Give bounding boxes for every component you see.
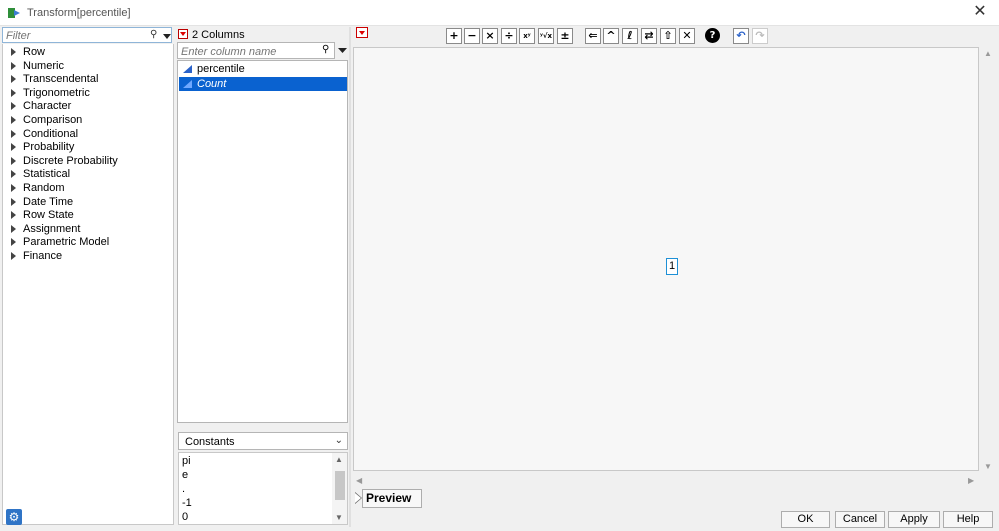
column-count-label: 2 Columns	[192, 29, 245, 41]
expand-arrow-icon[interactable]	[11, 156, 16, 165]
expand-arrow-icon[interactable]	[11, 238, 16, 247]
peel-icon[interactable]: ⇧	[660, 28, 676, 44]
column-search-chevron-icon[interactable]	[337, 42, 348, 59]
function-category-list: Row Numeric Transcendental Trigonometric…	[2, 44, 174, 525]
category-item-assignment[interactable]: Assignment	[3, 223, 173, 236]
scroll-right-icon[interactable]: ▶	[968, 476, 974, 485]
category-item-comparison[interactable]: Comparison	[3, 114, 173, 127]
scrollbar-thumb[interactable]	[335, 471, 345, 500]
category-item-row[interactable]: Row	[3, 46, 173, 59]
filter-options-chevron-icon[interactable]	[162, 31, 172, 41]
constant-item[interactable]: e	[182, 469, 188, 482]
column-item-count[interactable]: Count	[179, 77, 347, 91]
category-item-date-time[interactable]: Date Time	[3, 196, 173, 209]
expand-arrow-icon[interactable]	[11, 75, 16, 84]
expand-arrow-icon[interactable]	[11, 197, 16, 206]
power-icon[interactable]: xʸ	[519, 28, 535, 44]
title-bar: Transform[percentile] ✕	[0, 0, 999, 26]
expand-arrow-icon[interactable]	[11, 184, 16, 192]
help-button[interactable]: Help	[943, 511, 993, 528]
expand-arrow-icon[interactable]	[11, 143, 16, 152]
disclosure-arrow-fill-icon	[355, 493, 361, 503]
expand-arrow-icon[interactable]	[11, 48, 16, 56]
category-item-probability[interactable]: Probability	[3, 141, 173, 154]
column-item-percentile[interactable]: percentile	[179, 62, 347, 76]
app-icon	[8, 8, 20, 18]
add-icon[interactable]: +	[446, 28, 462, 44]
columns-menu-icon[interactable]	[178, 29, 188, 39]
undo-icon[interactable]: ↶	[733, 28, 749, 44]
scroll-up-icon[interactable]: ▲	[335, 455, 343, 464]
window-title: Transform[percentile]	[27, 7, 131, 19]
local-variable-icon[interactable]: ℓ	[622, 28, 638, 44]
column-search-field[interactable]: ⚲	[177, 42, 335, 59]
scroll-down-icon[interactable]: ▼	[335, 513, 343, 522]
chevron-down-icon: ⌄	[334, 435, 343, 446]
constants-list: pi e . -1 0 ▲ ▼	[178, 452, 348, 525]
category-item-numeric[interactable]: Numeric	[3, 60, 173, 73]
expand-arrow-icon[interactable]	[11, 224, 16, 233]
continuous-column-icon	[183, 80, 192, 88]
category-item-finance[interactable]: Finance	[3, 250, 173, 263]
category-item-character[interactable]: Character	[3, 100, 173, 113]
category-item-conditional[interactable]: Conditional	[3, 128, 173, 141]
panel-divider[interactable]	[349, 27, 351, 527]
raise-icon[interactable]: ^	[603, 28, 619, 44]
expand-arrow-icon[interactable]	[11, 211, 16, 220]
category-item-random[interactable]: Random	[3, 182, 173, 195]
scroll-up-icon[interactable]: ▲	[984, 49, 992, 58]
constants-dropdown[interactable]: Constants ⌄	[178, 432, 348, 450]
constant-item[interactable]: pi	[182, 455, 191, 468]
divide-icon[interactable]: ÷	[501, 28, 517, 44]
expand-arrow-icon[interactable]	[11, 102, 16, 111]
category-item-parametric-model[interactable]: Parametric Model	[3, 236, 173, 249]
search-icon[interactable]: ⚲	[150, 29, 157, 40]
filter-field[interactable]: ⚲	[2, 27, 172, 43]
swap-icon[interactable]: ⇄	[641, 28, 657, 44]
category-item-trigonometric[interactable]: Trigonometric	[3, 87, 173, 100]
constants-scrollbar[interactable]: ▲ ▼	[332, 453, 347, 524]
category-item-discrete-probability[interactable]: Discrete Probability	[3, 155, 173, 168]
delete-icon[interactable]: ✕	[679, 28, 695, 44]
expand-arrow-icon[interactable]	[11, 61, 16, 70]
constant-item[interactable]: -1	[182, 497, 192, 510]
close-icon[interactable]: ✕	[971, 3, 989, 21]
constant-item[interactable]: .	[182, 483, 185, 496]
ok-button[interactable]: OK	[781, 511, 830, 528]
category-item-row-state[interactable]: Row State	[3, 209, 173, 222]
expand-arrow-icon[interactable]	[11, 88, 16, 97]
scroll-left-icon[interactable]: ◀	[356, 476, 362, 485]
subtract-icon[interactable]: −	[464, 28, 480, 44]
expand-arrow-icon[interactable]	[11, 170, 16, 179]
preview-button[interactable]: Preview	[362, 489, 422, 508]
column-list: percentile Count	[177, 60, 348, 423]
redo-icon[interactable]: ↷	[752, 28, 768, 44]
cancel-button[interactable]: Cancel	[835, 511, 885, 528]
expand-arrow-icon[interactable]	[11, 252, 16, 260]
constant-item[interactable]: 0	[182, 511, 188, 524]
filter-input[interactable]	[6, 29, 146, 42]
help-icon[interactable]: ?	[705, 28, 720, 43]
category-item-transcendental[interactable]: Transcendental	[3, 73, 173, 86]
formula-value[interactable]: 1	[666, 258, 678, 275]
scroll-down-icon[interactable]: ▼	[984, 462, 992, 471]
constants-dropdown-value: Constants	[185, 436, 235, 448]
expand-arrow-icon[interactable]	[11, 129, 16, 138]
search-icon[interactable]: ⚲	[322, 44, 329, 55]
expand-arrow-icon[interactable]	[11, 116, 16, 124]
editor-menu-icon[interactable]	[356, 27, 368, 38]
settings-gear-icon[interactable]: ⚙	[6, 509, 22, 525]
plus-minus-icon[interactable]: ±	[557, 28, 573, 44]
multiply-icon[interactable]: ×	[482, 28, 498, 44]
category-item-statistical[interactable]: Statistical	[3, 168, 173, 181]
assign-icon[interactable]: ⇐	[585, 28, 601, 44]
apply-button[interactable]: Apply	[888, 511, 940, 528]
continuous-column-icon	[183, 65, 192, 73]
column-search-input[interactable]	[181, 45, 316, 58]
root-icon[interactable]: ʸ√x	[538, 28, 554, 44]
